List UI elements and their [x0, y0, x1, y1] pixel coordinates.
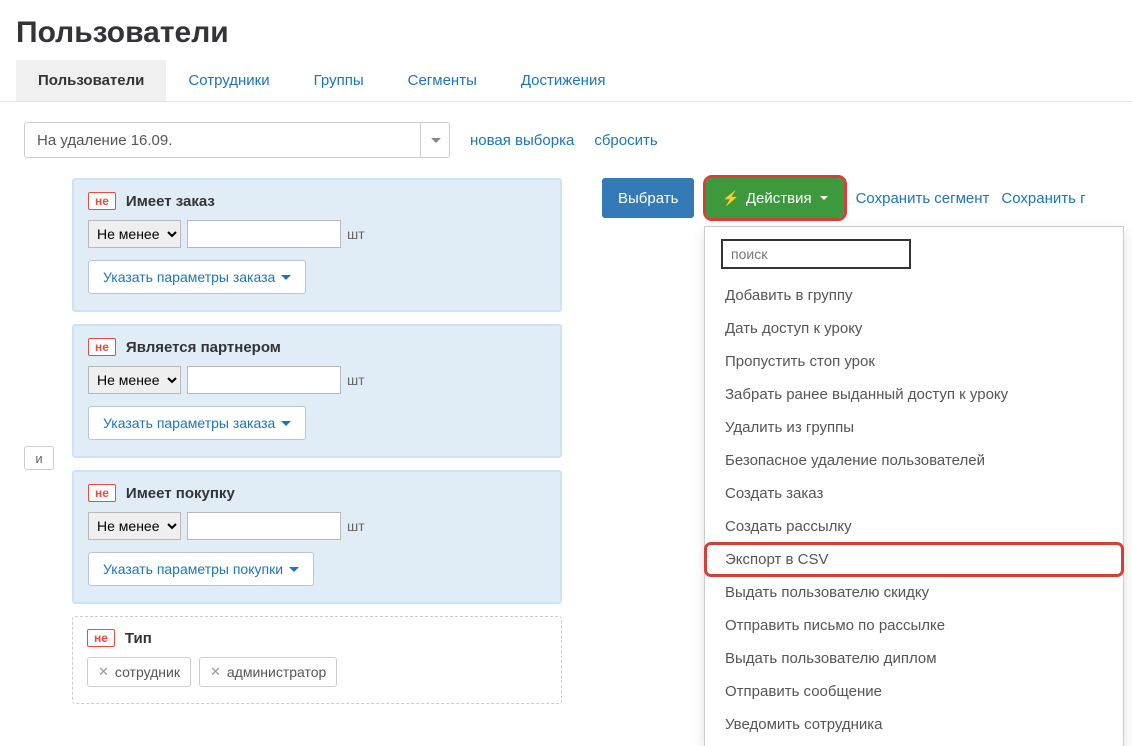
negation-badge[interactable]: не: [88, 192, 116, 210]
segment-select-value: На удаление 16.09.: [24, 122, 450, 158]
page-title: Пользователи: [0, 0, 1132, 60]
dropdown-item[interactable]: Уведомить сотрудника: [705, 708, 1123, 741]
tab-employees[interactable]: Сотрудники: [166, 60, 291, 101]
filter-title: Является партнером: [126, 339, 281, 356]
chevron-down-icon: [281, 421, 291, 426]
and-operator-badge[interactable]: и: [24, 446, 54, 470]
comparison-select[interactable]: Не менее: [88, 366, 181, 394]
order-params-button[interactable]: Указать параметры заказа: [88, 260, 306, 294]
chevron-down-icon[interactable]: [420, 122, 450, 158]
order-params-button[interactable]: Указать параметры заказа: [88, 406, 306, 440]
dropdown-item[interactable]: Удалить из группы: [705, 411, 1123, 444]
dropdown-item[interactable]: Безопасное удаление пользователей: [705, 444, 1123, 477]
filters-column: не Имеет заказ Не менее шт Указать парам…: [72, 178, 562, 704]
negation-badge[interactable]: не: [88, 338, 116, 356]
negation-badge[interactable]: не: [87, 629, 115, 647]
dropdown-item[interactable]: Экспорт в CSV: [705, 543, 1123, 576]
type-tag[interactable]: ✕сотрудник: [87, 657, 191, 687]
filter-row: На удаление 16.09. новая выборка сбросит…: [0, 102, 1132, 178]
actions-dropdown-menu: Добавить в группуДать доступ к урокуПроп…: [704, 226, 1124, 746]
dropdown-search-input[interactable]: [721, 239, 911, 269]
close-icon[interactable]: ✕: [210, 664, 221, 680]
reset-link[interactable]: сбросить: [594, 132, 657, 149]
new-selection-link[interactable]: новая выборка: [470, 132, 574, 149]
dropdown-item[interactable]: Добавить в группу: [705, 279, 1123, 312]
select-button[interactable]: Выбрать: [602, 178, 694, 218]
dropdown-item[interactable]: Пропустить стоп урок: [705, 345, 1123, 378]
dropdown-item[interactable]: Выдать пользователю диплом: [705, 642, 1123, 675]
filter-card-type: не Тип ✕сотрудник ✕администратор: [72, 616, 562, 704]
tab-achievements[interactable]: Достижения: [499, 60, 628, 101]
filter-title: Имеет заказ: [126, 193, 215, 210]
close-icon[interactable]: ✕: [98, 664, 109, 680]
comparison-select[interactable]: Не менее: [88, 512, 181, 540]
save-group-link[interactable]: Сохранить г: [1001, 190, 1085, 207]
value-input[interactable]: [187, 220, 341, 248]
chevron-down-icon: [820, 196, 828, 200]
filter-card-is-partner: не Является партнером Не менее шт Указат…: [72, 324, 562, 458]
dropdown-item[interactable]: Выдать пользователю скидку: [705, 576, 1123, 609]
value-input[interactable]: [187, 512, 341, 540]
chevron-down-icon: [289, 567, 299, 572]
dropdown-item[interactable]: Забрать ранее выданный доступ к уроку: [705, 378, 1123, 411]
tab-segments[interactable]: Сегменты: [386, 60, 499, 101]
dropdown-item[interactable]: Дать доступ к уроку: [705, 312, 1123, 345]
comparison-select[interactable]: Не менее: [88, 220, 181, 248]
filter-title: Имеет покупку: [126, 485, 235, 502]
tab-groups[interactable]: Группы: [292, 60, 386, 101]
filter-card-has-order: не Имеет заказ Не менее шт Указать парам…: [72, 178, 562, 312]
dropdown-item[interactable]: Отправить письмо по рассылке: [705, 609, 1123, 642]
chevron-down-icon: [281, 275, 291, 280]
bolt-icon: ⚡: [722, 190, 739, 207]
dropdown-item[interactable]: Создать заказ: [705, 477, 1123, 510]
action-bar: Выбрать ⚡ Действия Сохранить сегмент Сох…: [602, 178, 1086, 218]
unit-label: шт: [347, 518, 365, 534]
type-tag[interactable]: ✕администратор: [199, 657, 337, 687]
actions-dropdown-button[interactable]: ⚡ Действия: [706, 178, 843, 218]
tab-users[interactable]: Пользователи: [16, 60, 166, 101]
negation-badge[interactable]: не: [88, 484, 116, 502]
unit-label: шт: [347, 372, 365, 388]
dropdown-item[interactable]: Отправить сообщение: [705, 675, 1123, 708]
filter-title: Тип: [125, 630, 152, 647]
filter-card-has-purchase: не Имеет покупку Не менее шт Указать пар…: [72, 470, 562, 604]
dropdown-item[interactable]: Создать рассылку: [705, 510, 1123, 543]
value-input[interactable]: [187, 366, 341, 394]
purchase-params-button[interactable]: Указать параметры покупки: [88, 552, 314, 586]
segment-select[interactable]: На удаление 16.09.: [24, 122, 450, 158]
unit-label: шт: [347, 226, 365, 242]
tabs: Пользователи Сотрудники Группы Сегменты …: [0, 60, 1132, 102]
save-segment-link[interactable]: Сохранить сегмент: [856, 190, 990, 207]
